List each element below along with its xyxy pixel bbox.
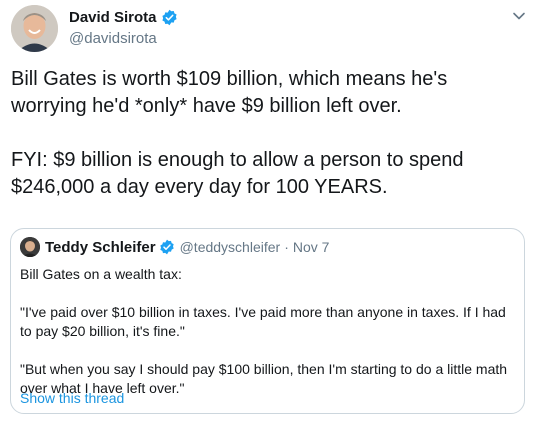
quoted-tweet-body: Bill Gates on a wealth tax: "I've paid o… bbox=[20, 265, 515, 398]
separator-dot: · bbox=[284, 239, 289, 255]
verified-badge-icon bbox=[159, 239, 175, 255]
author-name-row: David Sirota bbox=[69, 9, 178, 26]
chevron-down-icon[interactable] bbox=[512, 9, 526, 23]
verified-badge-icon bbox=[161, 9, 178, 26]
show-thread-link[interactable]: Show this thread bbox=[20, 390, 124, 406]
quoted-author-handle: @teddyschleifer bbox=[179, 239, 281, 255]
tweet-paragraph: FYI: $9 billion is enough to allow a per… bbox=[11, 149, 464, 198]
quoted-author-avatar bbox=[20, 237, 40, 257]
tweet-paragraph: Bill Gates is worth $109 billion, which … bbox=[11, 68, 448, 117]
author-name[interactable]: David Sirota bbox=[69, 9, 157, 26]
tweet-body: Bill Gates is worth $109 billion, which … bbox=[11, 66, 526, 201]
author-avatar[interactable] bbox=[11, 5, 58, 52]
author-handle[interactable]: @davidsirota bbox=[69, 30, 157, 47]
quoted-tweet-header: Teddy Schleifer @teddyschleifer · Nov 7 bbox=[20, 237, 329, 257]
quoted-tweet[interactable]: Teddy Schleifer @teddyschleifer · Nov 7 … bbox=[10, 228, 525, 414]
quoted-paragraph: "I've paid over $10 billion in taxes. I'… bbox=[20, 304, 506, 339]
quoted-paragraph: Bill Gates on a wealth tax: bbox=[20, 266, 182, 282]
quoted-tweet-date: Nov 7 bbox=[292, 239, 330, 255]
quoted-author-name: Teddy Schleifer bbox=[45, 238, 156, 256]
